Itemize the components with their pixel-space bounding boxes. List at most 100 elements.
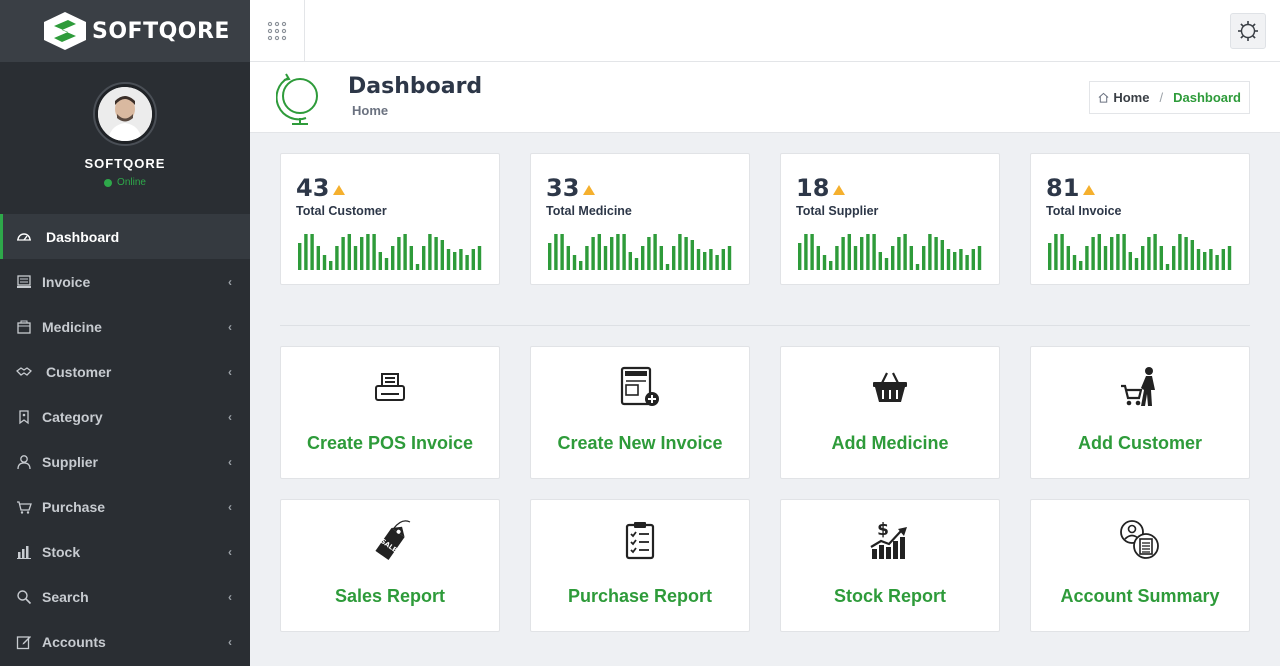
sparkline-bar <box>703 252 707 270</box>
breadcrumb-home-link[interactable]: Home <box>1098 90 1149 105</box>
sparkline-bar <box>641 246 645 270</box>
stat-card-total-medicine[interactable]: 33 Total Medicine <box>530 153 750 285</box>
stat-card-total-customer[interactable]: 43 Total Customer <box>280 153 500 285</box>
sparkline-bar <box>298 243 302 270</box>
account-summary-button[interactable]: Account Summary <box>1030 499 1250 632</box>
sparkline-bar <box>798 243 802 270</box>
chevron-left-icon: ‹ <box>228 634 232 649</box>
tag-icon <box>16 409 32 425</box>
stat-value-row: 43 <box>296 174 346 202</box>
breadcrumb-current: Dashboard <box>1173 90 1241 105</box>
sidebar-item-accounts[interactable]: Accounts ‹ <box>0 619 250 664</box>
sidebar-menu: Dashboard Invoice ‹ Medicine ‹ Customer … <box>0 214 250 664</box>
sparkline-bar <box>903 234 907 270</box>
sparkline-bar <box>1165 264 1170 270</box>
tile-label: Create POS Invoice <box>306 433 474 453</box>
bar-chart-icon <box>16 544 32 560</box>
sparkline-bar <box>304 234 308 270</box>
sidebar-item-category[interactable]: Category ‹ <box>0 394 250 439</box>
sparkline-bar <box>1227 246 1232 270</box>
sidebar-item-invoice[interactable]: Invoice ‹ <box>0 259 250 304</box>
profile-name: SOFTQORE <box>84 156 166 171</box>
stat-value-row: 81 <box>1046 174 1096 202</box>
sparkline-bar <box>316 246 321 270</box>
sparkline-bar <box>891 246 895 270</box>
sparkline-bar <box>684 237 688 270</box>
invoice-icon <box>16 274 32 290</box>
purchase-report-button[interactable]: Purchase Report <box>530 499 750 632</box>
create-new-invoice-button[interactable]: Create New Invoice <box>530 346 750 479</box>
sparkline-bar <box>866 234 870 270</box>
sidebar-item-label: Invoice <box>42 273 91 290</box>
stock-report-button[interactable]: $ Stock Report <box>780 499 1000 632</box>
shopper-cart-icon <box>1118 365 1162 409</box>
sidebar-item-search[interactable]: Search ‹ <box>0 574 250 619</box>
sparkline-bar <box>322 255 327 270</box>
sparkline-bar <box>453 252 457 270</box>
sparkline-chart <box>298 234 482 270</box>
user-profile: SOFTQORE Online <box>0 62 250 214</box>
sparkline-bar <box>678 234 682 270</box>
add-customer-button[interactable]: Add Customer <box>1030 346 1250 479</box>
sidebar-item-customer[interactable]: Customer ‹ <box>0 349 250 394</box>
sparkline-bar <box>579 261 583 270</box>
sidebar-item-stock[interactable]: Stock ‹ <box>0 529 250 574</box>
sparkline-bar <box>378 252 383 270</box>
sparkline-bar <box>1159 246 1164 270</box>
sparkline-bar <box>409 246 414 270</box>
sparkline-bar <box>965 255 969 270</box>
sparkline-bar <box>384 258 389 270</box>
clipboard-checklist-icon <box>618 518 662 562</box>
sparkline-bar <box>835 246 839 270</box>
sparkline-bar <box>471 249 476 270</box>
sparkline-bar <box>841 237 845 270</box>
page-subtitle: Home <box>352 103 389 118</box>
sidebar-item-medicine[interactable]: Medicine ‹ <box>0 304 250 349</box>
sparkline-bar <box>548 243 552 270</box>
sparkline-bar <box>659 246 664 270</box>
sparkline-bar <box>953 252 957 270</box>
home-icon <box>1098 92 1109 103</box>
sales-report-button[interactable]: SALE Sales Report <box>280 499 500 632</box>
sparkline-bar <box>727 246 732 270</box>
sparkline-bar <box>1079 261 1083 270</box>
handshake-icon <box>16 364 32 380</box>
sidebar-item-supplier[interactable]: Supplier ‹ <box>0 439 250 484</box>
sparkline-bar <box>1134 258 1139 270</box>
create-pos-invoice-button[interactable]: Create POS Invoice <box>280 346 500 479</box>
add-medicine-button[interactable]: Add Medicine <box>780 346 1000 479</box>
settings-button[interactable] <box>1230 13 1266 49</box>
sparkline-bar <box>915 264 920 270</box>
invoice-add-icon <box>618 365 662 409</box>
sparkline-bar <box>810 234 814 270</box>
sidebar-item-label: Customer <box>46 363 112 380</box>
stat-card-total-invoice[interactable]: 81 Total Invoice <box>1030 153 1250 285</box>
sparkline-bar <box>477 246 482 270</box>
sparkline-bar <box>1110 237 1114 270</box>
sparkline-bar <box>853 246 858 270</box>
sparkline-bar <box>572 255 577 270</box>
breadcrumb: Home / Dashboard <box>1089 81 1250 114</box>
stat-card-total-supplier[interactable]: 18 Total Supplier <box>780 153 1000 285</box>
sidebar-item-dashboard[interactable]: Dashboard <box>0 214 250 259</box>
sidebar-item-purchase[interactable]: Purchase ‹ <box>0 484 250 529</box>
sparkline-bar <box>628 252 633 270</box>
sparkline-bar <box>1116 234 1120 270</box>
apps-grid-button[interactable] <box>250 0 305 61</box>
sparkline-bar <box>585 246 589 270</box>
stat-value-row: 33 <box>546 174 596 202</box>
globe-icon <box>276 73 318 125</box>
sparkline-bar <box>1190 240 1195 270</box>
sparkline-bar <box>372 234 376 270</box>
sparkline-chart <box>1048 234 1232 270</box>
sparkline-bar <box>690 240 695 270</box>
brand-logo[interactable]: SOFTQORE <box>0 0 250 62</box>
sparkline-bar <box>977 246 982 270</box>
sparkline-bar <box>672 246 676 270</box>
avatar[interactable] <box>93 82 157 146</box>
sparkline-bar <box>1097 234 1102 270</box>
brand-name: SOFTQORE <box>92 18 230 44</box>
sparkline-bar <box>934 237 938 270</box>
tile-label: Add Customer <box>1077 433 1202 453</box>
trend-up-icon <box>1083 185 1096 195</box>
